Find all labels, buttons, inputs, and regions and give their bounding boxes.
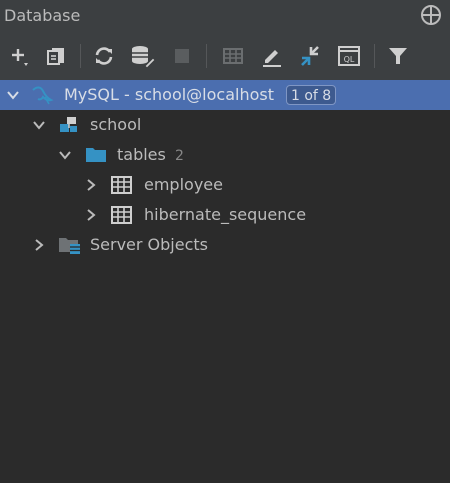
schema-settings-icon <box>132 46 156 68</box>
schema-label: school <box>90 115 142 134</box>
database-tree: MySQL - school@localhost 1 of 8 school t… <box>0 80 450 483</box>
add-button[interactable] <box>6 38 34 74</box>
folder-icon <box>86 148 106 162</box>
toolbar-separator <box>374 44 375 68</box>
table-label: employee <box>144 175 223 194</box>
jump-to-console-button[interactable] <box>296 38 324 74</box>
chevron-right-icon[interactable] <box>32 238 46 252</box>
tree-node-datasource[interactable]: MySQL - school@localhost 1 of 8 <box>0 80 450 110</box>
datasource-badge: 1 of 8 <box>286 85 337 105</box>
toolbar: QL <box>0 38 450 74</box>
chevron-down-icon[interactable] <box>32 118 46 132</box>
filter-icon <box>389 48 407 64</box>
refresh-icon <box>95 47 113 65</box>
toolbar-separator <box>206 44 207 68</box>
table-editor-button[interactable] <box>218 38 248 74</box>
tree-node-tables-folder[interactable]: tables 2 <box>0 140 450 170</box>
table-icon <box>111 206 132 224</box>
server-objects-label: Server Objects <box>90 235 208 254</box>
server-objects-icon <box>59 238 80 254</box>
filter-button[interactable] <box>384 38 412 74</box>
chevron-right-icon[interactable] <box>84 178 98 192</box>
query-console-icon: QL <box>338 46 360 66</box>
panel-header: Database <box>0 0 450 32</box>
panel-title: Database <box>4 6 81 25</box>
tree-node-schema[interactable]: school <box>0 110 450 140</box>
duplicate-button[interactable] <box>42 38 70 74</box>
chevron-down-icon[interactable] <box>58 148 72 162</box>
add-icon <box>12 49 28 66</box>
tables-count: 2 <box>174 148 184 164</box>
toolbar-separator <box>80 44 81 68</box>
edit-button[interactable] <box>258 38 286 74</box>
tree-node-table[interactable]: hibernate_sequence <box>0 200 450 230</box>
svg-text:QL: QL <box>344 55 355 64</box>
chevron-down-icon[interactable] <box>6 88 20 102</box>
mysql-dolphin-icon <box>32 86 54 105</box>
tree-node-table[interactable]: employee <box>0 170 450 200</box>
stop-button[interactable] <box>168 38 196 74</box>
crosshair-settings-icon[interactable] <box>420 4 442 26</box>
schema-icon <box>60 117 77 132</box>
tree-node-server-objects[interactable]: Server Objects <box>0 230 450 260</box>
table-label: hibernate_sequence <box>144 205 307 224</box>
stop-icon <box>175 49 189 63</box>
tables-folder-label: tables 2 <box>117 145 184 164</box>
tables-folder-name: tables <box>117 145 166 164</box>
refresh-button[interactable] <box>90 38 118 74</box>
table-editor-icon <box>223 48 243 64</box>
edit-icon <box>263 50 281 67</box>
query-console-button[interactable]: QL <box>334 38 364 74</box>
schema-settings-button[interactable] <box>128 38 158 74</box>
chevron-right-icon[interactable] <box>84 208 98 222</box>
duplicate-icon <box>47 48 64 65</box>
datasource-label: MySQL - school@localhost <box>64 85 274 104</box>
table-icon <box>111 176 132 194</box>
jump-to-console-icon <box>301 46 319 66</box>
